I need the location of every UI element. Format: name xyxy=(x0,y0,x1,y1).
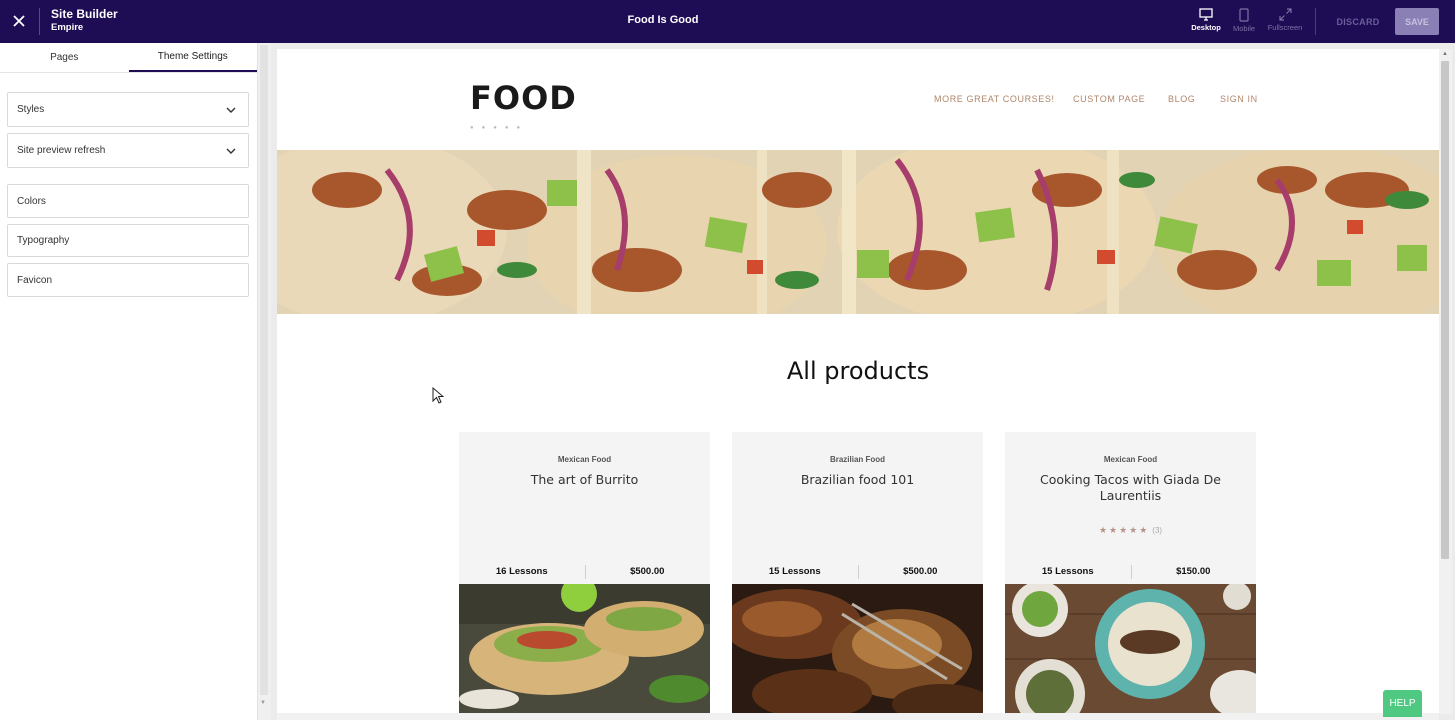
site-logo[interactable]: FOOD xyxy=(470,79,577,117)
nav-custom-page[interactable]: CUSTOM PAGE xyxy=(1073,94,1145,104)
product-title[interactable]: Cooking Tacos with Giada De Laurentiis xyxy=(1025,472,1236,504)
product-category: Mexican Food xyxy=(1103,455,1158,464)
product-title[interactable]: The art of Burrito xyxy=(479,472,690,488)
preview-horizontal-scrollbar[interactable] xyxy=(277,713,1439,720)
panel-label: Colors xyxy=(17,195,46,207)
scroll-up-icon[interactable]: ▲ xyxy=(1442,51,1448,57)
monitor-icon xyxy=(1199,8,1213,21)
app-title: Site Builder xyxy=(51,7,118,21)
tab-pages[interactable]: Pages xyxy=(0,43,129,72)
close-icon[interactable] xyxy=(8,10,30,32)
top-bar: Site Builder Empire Food Is Good Desktop… xyxy=(0,0,1455,43)
product-meta: 15 Lessons $150.00 xyxy=(1005,564,1256,580)
lesson-count: 16 Lessons xyxy=(495,566,548,577)
sidebar-tabs: Pages Theme Settings xyxy=(0,43,257,73)
product-price: $500.00 xyxy=(903,566,938,577)
chevron-down-icon xyxy=(226,148,236,154)
fullscreen-view-button[interactable]: Fullscreen xyxy=(1263,8,1307,32)
site-preview: FOOD ●●●●● MORE GREAT COURSES! CUSTOM PA… xyxy=(277,49,1439,714)
site-title: Food Is Good xyxy=(627,14,699,26)
product-price: $500.00 xyxy=(630,566,665,577)
product-card-burrito[interactable]: Mexican Food The art of Burrito 16 Lesso… xyxy=(459,432,710,714)
product-card-brazilian[interactable]: Brazilian Food Brazilian food 101 15 Les… xyxy=(732,432,983,714)
nav-blog[interactable]: BLOG xyxy=(1168,94,1195,104)
lesson-count: 15 Lessons xyxy=(768,566,821,577)
panel-label: Typography xyxy=(17,235,70,246)
hero-image xyxy=(277,150,1439,314)
product-image-brazilian xyxy=(732,584,983,714)
panel-typography[interactable]: Typography xyxy=(7,224,249,257)
expand-icon xyxy=(1278,8,1292,21)
product-image-burrito xyxy=(459,584,710,714)
section-title: All products xyxy=(786,357,930,385)
product-category: Mexican Food xyxy=(557,455,612,464)
discard-button[interactable]: DISCARD xyxy=(1330,9,1386,35)
panel-label: Favicon xyxy=(17,274,53,286)
panel-colors[interactable]: Colors xyxy=(7,184,249,218)
panel-label: Site preview refresh xyxy=(17,145,106,156)
product-title[interactable]: Brazilian food 101 xyxy=(752,472,963,488)
scrollbar-thumb[interactable] xyxy=(260,45,268,695)
mouse-cursor-icon xyxy=(432,387,444,404)
divider xyxy=(39,8,40,35)
app-subtitle: Empire xyxy=(51,22,84,33)
nav-more-great-courses[interactable]: MORE GREAT COURSES! xyxy=(934,94,1055,104)
sidebar-scrollbar[interactable]: ▼ xyxy=(258,43,271,720)
product-image-tacos xyxy=(1005,584,1256,714)
panel-site-preview-refresh[interactable]: Site preview refresh xyxy=(7,133,249,168)
help-button[interactable]: HELP xyxy=(1383,690,1422,717)
preview-scrollbar[interactable]: ▲ xyxy=(1439,49,1452,714)
sidebar: Pages Theme Settings Styles Site preview… xyxy=(0,43,258,720)
logo-decoration: ●●●●● xyxy=(470,125,529,131)
tab-theme-settings[interactable]: Theme Settings xyxy=(128,43,257,72)
fullscreen-label: Fullscreen xyxy=(1267,23,1303,32)
scroll-down-icon[interactable]: ▼ xyxy=(260,700,266,706)
panel-label: Styles xyxy=(17,104,45,115)
mobile-view-button[interactable]: Mobile xyxy=(1222,8,1266,33)
product-category: Brazilian Food xyxy=(829,455,886,464)
lesson-count: 15 Lessons xyxy=(1041,566,1094,577)
scrollbar-thumb[interactable] xyxy=(1441,61,1449,559)
product-price: $150.00 xyxy=(1176,566,1211,577)
product-meta: 16 Lessons $500.00 xyxy=(459,564,710,580)
save-button[interactable]: SAVE xyxy=(1395,8,1439,35)
nav-sign-in[interactable]: SIGN IN xyxy=(1220,94,1258,104)
product-card-tacos[interactable]: Mexican Food Cooking Tacos with Giada De… xyxy=(1005,432,1256,714)
product-meta: 15 Lessons $500.00 xyxy=(732,564,983,580)
phone-icon xyxy=(1239,8,1249,22)
divider xyxy=(1315,8,1316,35)
mobile-label: Mobile xyxy=(1232,24,1256,33)
panel-styles[interactable]: Styles xyxy=(7,92,249,127)
rating-stars: ★★★★★ (3) xyxy=(1098,525,1163,535)
app-identity: Site Builder Empire xyxy=(51,7,118,35)
desktop-label: Desktop xyxy=(1191,23,1221,32)
chevron-down-icon xyxy=(226,107,236,113)
rating-count: (3) xyxy=(1152,526,1163,535)
panel-favicon[interactable]: Favicon xyxy=(7,263,249,297)
